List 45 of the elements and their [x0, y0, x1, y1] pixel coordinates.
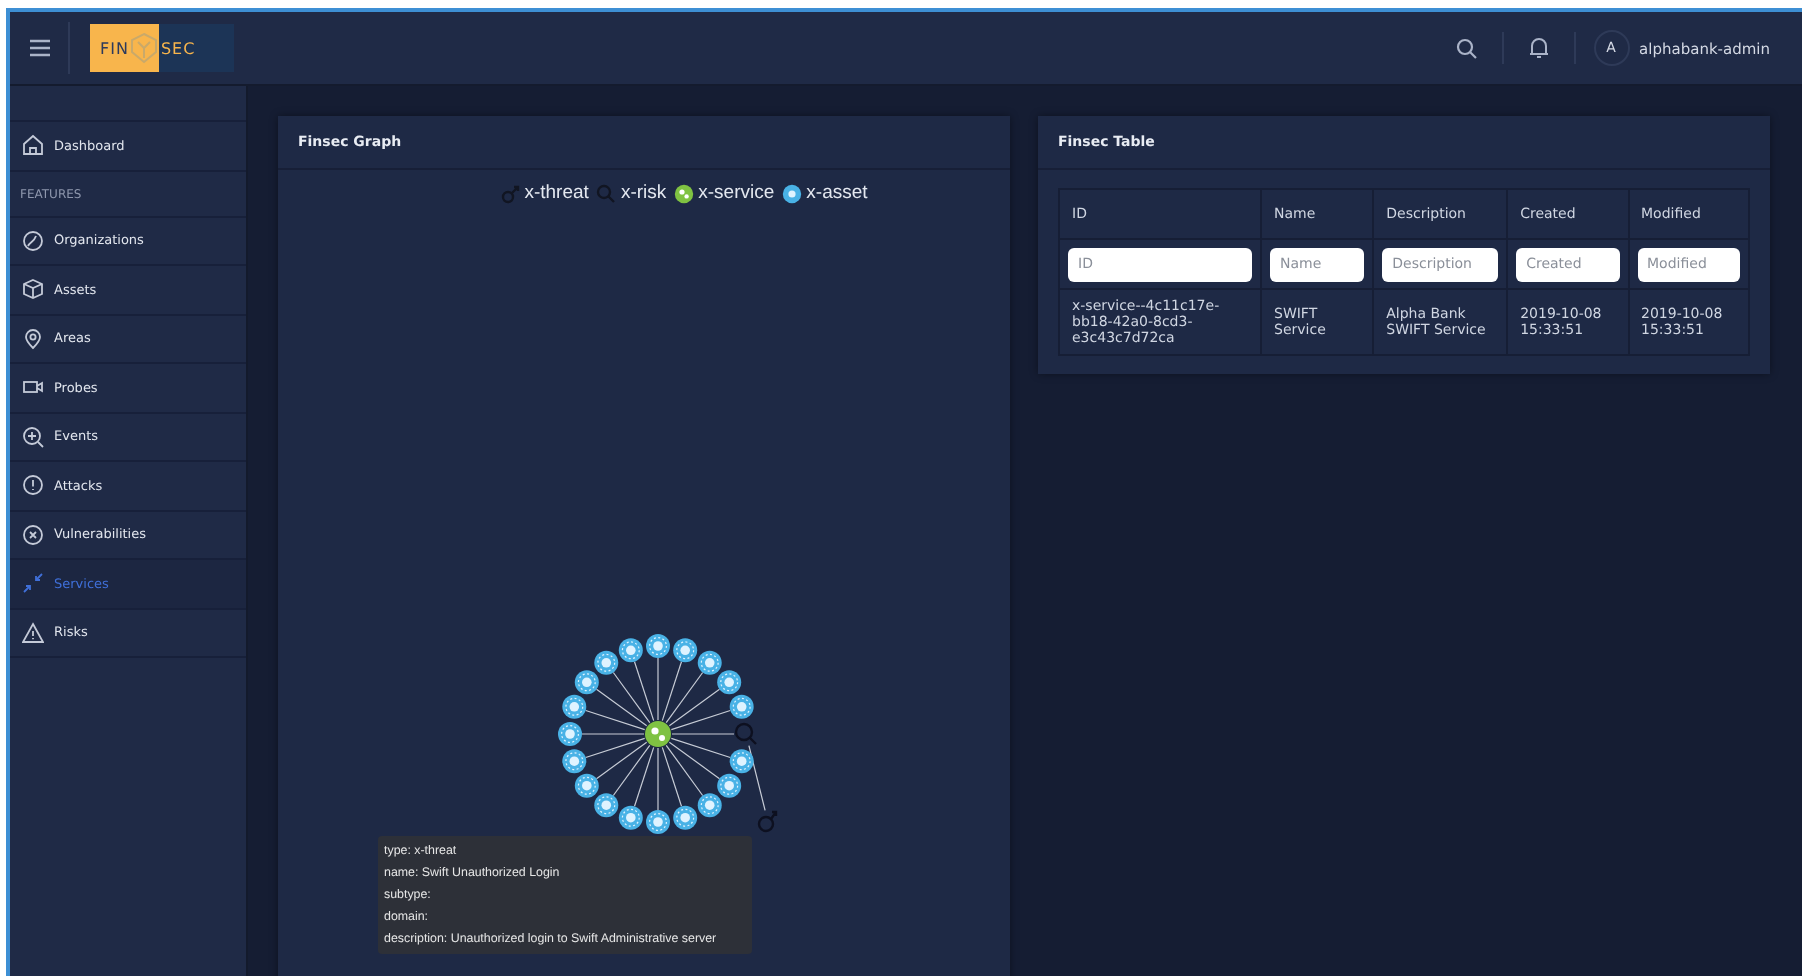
legend-label: x-risk: [620, 182, 667, 204]
service-icon: [674, 183, 695, 203]
logo: FIN SEC: [90, 24, 234, 72]
menu-icon: [27, 38, 51, 58]
home-icon: [22, 134, 44, 157]
warning-icon: [22, 621, 44, 644]
asset-node[interactable]: [562, 694, 587, 719]
asset-node[interactable]: [729, 694, 754, 719]
asset-node[interactable]: [697, 793, 722, 818]
asset-node[interactable]: [574, 670, 599, 695]
threat-icon: [500, 183, 521, 203]
asset-node[interactable]: [618, 805, 643, 830]
legend-label: x-threat: [524, 182, 589, 204]
asset-node[interactable]: [646, 810, 670, 834]
service-node[interactable]: [645, 721, 671, 747]
asset-node[interactable]: [673, 805, 698, 830]
close-circle-icon: [22, 523, 44, 546]
shield-icon: [130, 32, 159, 64]
alert-icon: [22, 474, 44, 497]
asset-node[interactable]: [729, 749, 754, 774]
asset-node[interactable]: [594, 793, 619, 818]
arrows-icon: [22, 572, 44, 595]
edge-line: [748, 745, 766, 811]
zoom-in-icon: [22, 425, 44, 448]
asset-node[interactable]: [646, 634, 670, 658]
legend-label: x-service: [698, 182, 775, 204]
asset-node[interactable]: [717, 670, 742, 695]
asset-icon: [782, 183, 803, 203]
search-icon: [1455, 37, 1478, 59]
asset-node[interactable]: [673, 638, 698, 663]
asset-node[interactable]: [562, 749, 587, 774]
asset-node[interactable]: [594, 650, 619, 675]
cube-icon: [22, 278, 44, 301]
asset-node[interactable]: [558, 722, 582, 746]
asset-node[interactable]: [717, 773, 742, 798]
risk-node[interactable]: [734, 722, 757, 745]
magnifier-icon: [596, 183, 617, 203]
asset-node[interactable]: [618, 638, 643, 663]
pin-icon: [22, 327, 44, 350]
legend-label: x-asset: [806, 182, 868, 204]
threat-node[interactable]: [757, 810, 778, 833]
asset-node[interactable]: [574, 773, 599, 798]
camera-icon: [22, 376, 44, 399]
asset-node[interactable]: [697, 650, 722, 675]
bell-icon: [1527, 36, 1550, 60]
